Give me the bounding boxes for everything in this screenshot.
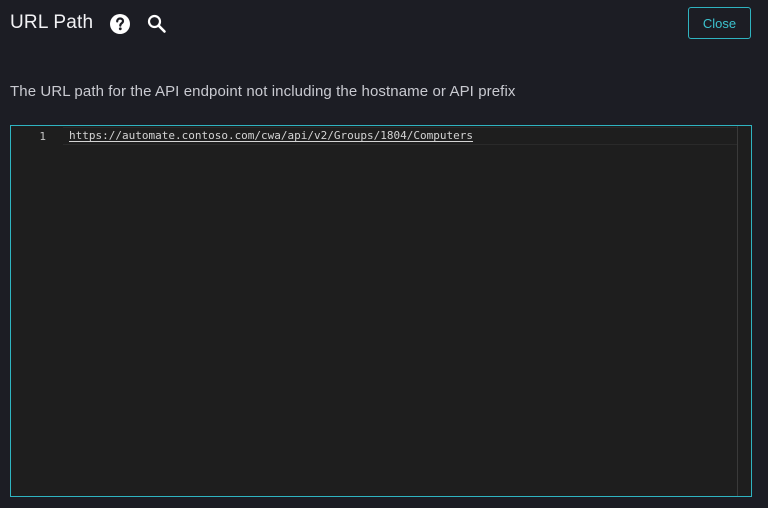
help-icon[interactable] — [109, 13, 131, 35]
line-number: 1 — [39, 130, 46, 143]
code-editor[interactable]: 1 https://automate.contoso.com/cwa/api/v… — [10, 125, 752, 497]
search-icon[interactable] — [146, 13, 168, 35]
vertical-scrollbar[interactable] — [737, 126, 751, 496]
url-path-text[interactable]: https://automate.contoso.com/cwa/api/v2/… — [69, 129, 473, 142]
close-button[interactable]: Close — [688, 7, 751, 39]
url-path-dialog: URL Path Close The URL path for the API … — [0, 0, 768, 508]
field-description: The URL path for the API endpoint not in… — [10, 83, 516, 100]
dialog-title: URL Path — [10, 12, 94, 33]
line-number-gutter: 1 — [11, 126, 63, 496]
dialog-header: URL Path Close — [0, 0, 768, 48]
